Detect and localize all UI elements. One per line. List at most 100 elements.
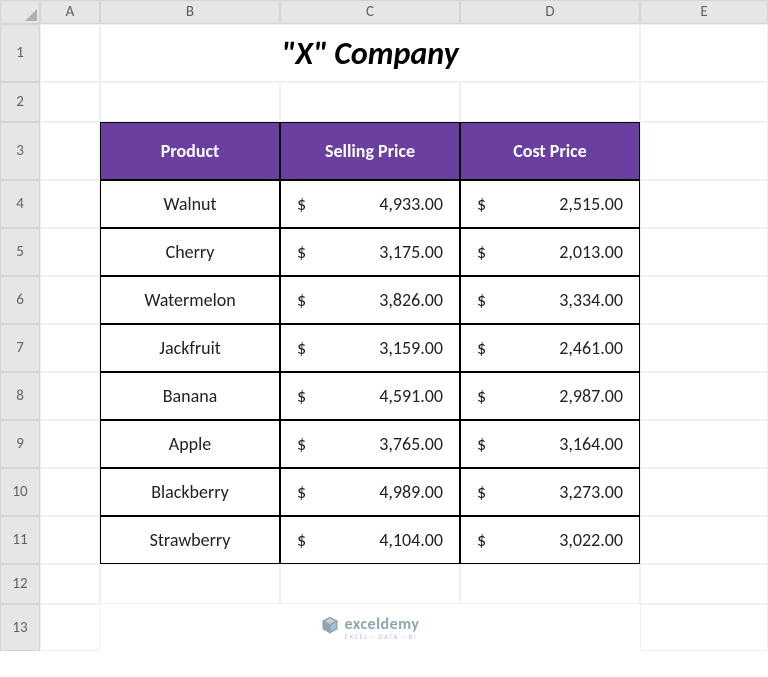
selling-cell[interactable]: $4,989.00 xyxy=(280,468,460,516)
row-header-13[interactable]: 13 xyxy=(0,604,40,651)
selling-cell[interactable]: $4,104.00 xyxy=(280,516,460,564)
selling-cell[interactable]: $3,175.00 xyxy=(280,228,460,276)
cell-E2[interactable] xyxy=(640,82,768,122)
cell-E5[interactable] xyxy=(640,228,768,276)
row-header-5[interactable]: 5 xyxy=(0,228,40,276)
watermark-logo: exceldemy EXCEL · DATA · BI xyxy=(100,604,640,651)
cell-D12[interactable] xyxy=(460,564,640,604)
selling-cell[interactable]: $4,933.00 xyxy=(280,180,460,228)
col-header-E[interactable]: E xyxy=(640,0,768,24)
cell-A6[interactable] xyxy=(40,276,100,324)
cell-A12[interactable] xyxy=(40,564,100,604)
cell-E7[interactable] xyxy=(640,324,768,372)
currency-symbol: $ xyxy=(293,337,306,359)
cost-value: 3,273.00 xyxy=(559,481,627,503)
product-cell[interactable]: Jackfruit xyxy=(100,324,280,372)
row-header-1[interactable]: 1 xyxy=(0,24,40,82)
col-header-D[interactable]: D xyxy=(460,0,640,24)
currency-symbol: $ xyxy=(293,433,306,455)
selling-cell[interactable]: $3,765.00 xyxy=(280,420,460,468)
cell-E13[interactable] xyxy=(640,604,768,651)
product-cell[interactable]: Banana xyxy=(100,372,280,420)
cell-A11[interactable] xyxy=(40,516,100,564)
selling-cell[interactable]: $3,826.00 xyxy=(280,276,460,324)
currency-symbol: $ xyxy=(473,241,486,263)
cell-E11[interactable] xyxy=(640,516,768,564)
selling-value: 4,104.00 xyxy=(379,529,447,551)
col-header-A[interactable]: A xyxy=(40,0,100,24)
row-header-12[interactable]: 12 xyxy=(0,564,40,604)
currency-symbol: $ xyxy=(473,481,486,503)
cost-cell[interactable]: $3,334.00 xyxy=(460,276,640,324)
selling-value: 4,933.00 xyxy=(379,193,447,215)
cell-C12[interactable] xyxy=(280,564,460,604)
cell-E6[interactable] xyxy=(640,276,768,324)
cell-A4[interactable] xyxy=(40,180,100,228)
product-cell[interactable]: Walnut xyxy=(100,180,280,228)
row-header-6[interactable]: 6 xyxy=(0,276,40,324)
currency-symbol: $ xyxy=(293,289,306,311)
row-header-9[interactable]: 9 xyxy=(0,420,40,468)
spreadsheet-grid: A B C D E 1 2 3 4 5 6 7 8 9 10 11 12 13 … xyxy=(0,0,768,677)
row-header-11[interactable]: 11 xyxy=(0,516,40,564)
cell-E3[interactable] xyxy=(640,122,768,180)
currency-symbol: $ xyxy=(473,289,486,311)
cell-A9[interactable] xyxy=(40,420,100,468)
selling-value: 3,175.00 xyxy=(379,241,447,263)
cell-E9[interactable] xyxy=(640,420,768,468)
page-title[interactable]: "X" Company xyxy=(100,24,640,82)
product-cell[interactable]: Strawberry xyxy=(100,516,280,564)
row-header-10[interactable]: 10 xyxy=(0,468,40,516)
cell-A8[interactable] xyxy=(40,372,100,420)
cell-A3[interactable] xyxy=(40,122,100,180)
row-header-7[interactable]: 7 xyxy=(0,324,40,372)
cost-cell[interactable]: $2,461.00 xyxy=(460,324,640,372)
selling-value: 3,765.00 xyxy=(379,433,447,455)
selling-cell[interactable]: $3,159.00 xyxy=(280,324,460,372)
cell-E10[interactable] xyxy=(640,468,768,516)
cost-cell[interactable]: $3,164.00 xyxy=(460,420,640,468)
cell-A5[interactable] xyxy=(40,228,100,276)
cell-A2[interactable] xyxy=(40,82,100,122)
cell-E4[interactable] xyxy=(640,180,768,228)
cost-value: 2,013.00 xyxy=(559,241,627,263)
cell-E12[interactable] xyxy=(640,564,768,604)
col-header-B[interactable]: B xyxy=(100,0,280,24)
cost-cell[interactable]: $2,013.00 xyxy=(460,228,640,276)
cell-E1[interactable] xyxy=(640,24,768,82)
cost-value: 3,022.00 xyxy=(559,529,627,551)
cell-A7[interactable] xyxy=(40,324,100,372)
cell-B12[interactable] xyxy=(100,564,280,604)
select-all-corner[interactable] xyxy=(0,0,40,24)
cell-C2[interactable] xyxy=(280,82,460,122)
table-header-cost[interactable]: Cost Price xyxy=(460,122,640,180)
row-header-2[interactable]: 2 xyxy=(0,82,40,122)
row-header-3[interactable]: 3 xyxy=(0,122,40,180)
row-header-8[interactable]: 8 xyxy=(0,372,40,420)
selling-value: 4,989.00 xyxy=(379,481,447,503)
cell-E8[interactable] xyxy=(640,372,768,420)
cost-cell[interactable]: $2,987.00 xyxy=(460,372,640,420)
product-cell[interactable]: Watermelon xyxy=(100,276,280,324)
cell-B2[interactable] xyxy=(100,82,280,122)
table-header-product[interactable]: Product xyxy=(100,122,280,180)
product-cell[interactable]: Cherry xyxy=(100,228,280,276)
cell-A10[interactable] xyxy=(40,468,100,516)
cost-cell[interactable]: $2,515.00 xyxy=(460,180,640,228)
cost-cell[interactable]: $3,022.00 xyxy=(460,516,640,564)
selling-cell[interactable]: $4,591.00 xyxy=(280,372,460,420)
cost-value: 2,515.00 xyxy=(559,193,627,215)
watermark-tagline: EXCEL · DATA · BI xyxy=(345,632,420,641)
cost-cell[interactable]: $3,273.00 xyxy=(460,468,640,516)
cell-D2[interactable] xyxy=(460,82,640,122)
watermark-brand: exceldemy xyxy=(345,615,420,634)
product-cell[interactable]: Blackberry xyxy=(100,468,280,516)
cell-A1[interactable] xyxy=(40,24,100,82)
currency-symbol: $ xyxy=(293,385,306,407)
table-header-selling[interactable]: Selling Price xyxy=(280,122,460,180)
row-header-4[interactable]: 4 xyxy=(0,180,40,228)
cost-value: 3,164.00 xyxy=(559,433,627,455)
product-cell[interactable]: Apple xyxy=(100,420,280,468)
col-header-C[interactable]: C xyxy=(280,0,460,24)
cell-A13[interactable] xyxy=(40,604,100,651)
